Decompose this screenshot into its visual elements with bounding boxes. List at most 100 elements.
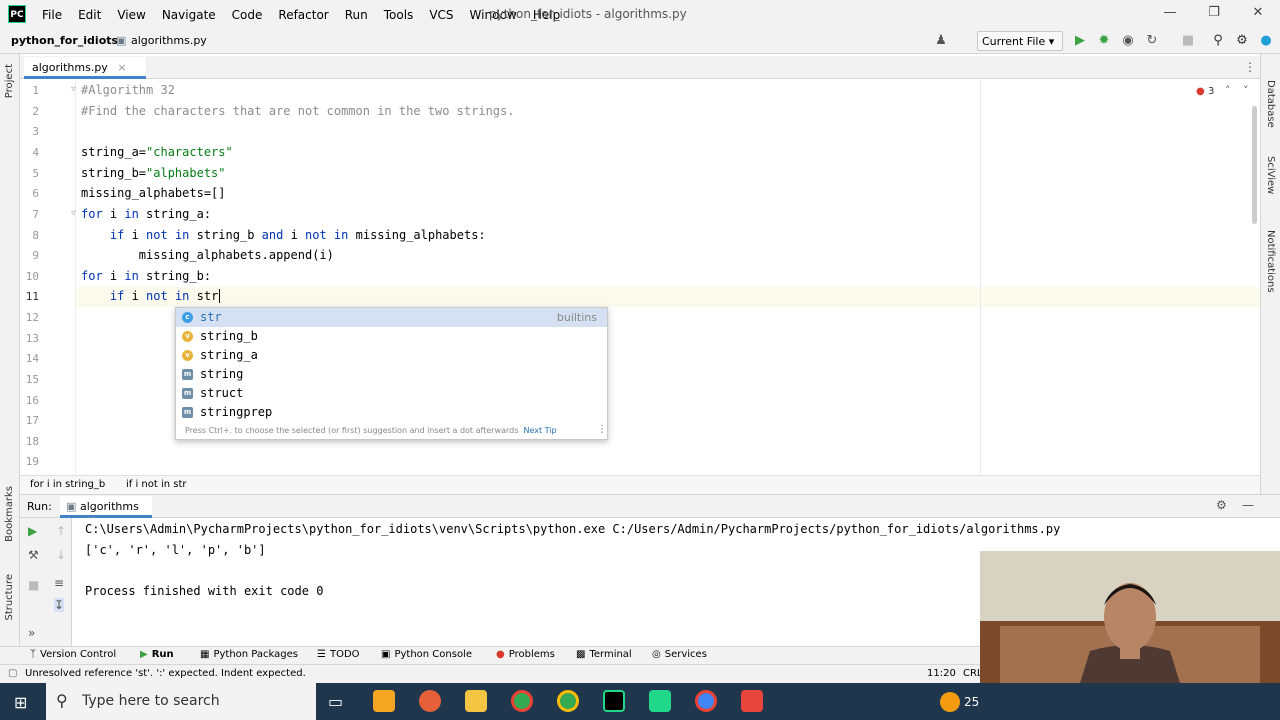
right-tool-strip: Database SciView Notifications bbox=[1260, 54, 1280, 494]
file-explorer-icon[interactable] bbox=[465, 690, 487, 712]
tool-python-packages[interactable]: ▦ Python Packages bbox=[200, 649, 298, 660]
jetbrains-icon[interactable]: ● bbox=[1257, 33, 1275, 48]
code-line[interactable]: for i in string_b: bbox=[81, 269, 211, 283]
expand-icon[interactable]: » bbox=[28, 626, 35, 640]
windows-start-icon[interactable]: ⊞ bbox=[14, 693, 27, 712]
app-icon-green[interactable] bbox=[649, 690, 671, 712]
firefox-icon[interactable] bbox=[419, 690, 441, 712]
completion-item[interactable]: m string bbox=[176, 365, 607, 384]
error-icon[interactable]: ● bbox=[1196, 86, 1205, 97]
completion-item[interactable]: m stringprep bbox=[176, 403, 607, 422]
code-line-current[interactable]: if i not in str bbox=[81, 289, 221, 303]
coverage-icon[interactable]: ◉ bbox=[1119, 33, 1137, 48]
app-icon-photos[interactable] bbox=[373, 690, 395, 712]
user-icon[interactable]: ♟ bbox=[932, 33, 950, 48]
fold-icon[interactable]: ▿ bbox=[71, 84, 76, 95]
code-line[interactable]: #Find the characters that are not common… bbox=[81, 104, 514, 118]
project-tool-button[interactable]: Project bbox=[4, 64, 15, 98]
soft-wrap-icon[interactable]: ≡ bbox=[54, 576, 64, 590]
cursor-position[interactable]: 11:20 bbox=[927, 668, 956, 679]
next-tip-link[interactable]: Next Tip bbox=[523, 426, 556, 435]
bookmarks-tool-button[interactable]: Bookmarks bbox=[4, 486, 15, 542]
tab-close-icon[interactable]: × bbox=[117, 61, 126, 74]
code-line[interactable]: string_b="alphabets" bbox=[81, 166, 226, 180]
console-icon: ▣ bbox=[381, 649, 391, 660]
code-line[interactable]: for i in string_a: bbox=[81, 207, 211, 221]
run-icon[interactable]: ▶ bbox=[1071, 33, 1089, 48]
tray-text: 25 bbox=[964, 695, 980, 709]
menu-vcs[interactable]: VCS bbox=[421, 8, 461, 22]
tool-label: Terminal bbox=[589, 649, 632, 660]
structure-tool-button[interactable]: Structure bbox=[4, 574, 15, 621]
next-highlight-icon[interactable]: ˅ bbox=[1243, 84, 1249, 97]
line-number: 10 bbox=[25, 270, 39, 283]
tool-todo[interactable]: ☰ TODO bbox=[317, 649, 360, 660]
completion-item[interactable]: c str builtins bbox=[176, 308, 607, 327]
completion-source: builtins bbox=[556, 311, 597, 324]
breadcrumb-item[interactable]: for i in string_b bbox=[30, 479, 105, 490]
stop-icon[interactable]: ■ bbox=[28, 578, 39, 592]
breadcrumb-project[interactable]: python_for_idiots bbox=[11, 34, 118, 47]
code-line[interactable]: if i not in string_b and i not in missin… bbox=[81, 228, 486, 242]
code-line[interactable]: missing_alphabets.append(i) bbox=[81, 248, 334, 262]
stop-icon[interactable]: ■ bbox=[1179, 33, 1197, 48]
completion-item[interactable]: v string_b bbox=[176, 327, 607, 346]
breadcrumb-file[interactable]: algorithms.py bbox=[131, 34, 207, 47]
notifications-tool-button[interactable]: Notifications bbox=[1265, 230, 1276, 293]
tool-version-control[interactable]: ᛉ Version Control bbox=[30, 649, 116, 660]
more-icon[interactable]: ⋮ bbox=[597, 424, 607, 435]
menu-code[interactable]: Code bbox=[224, 8, 271, 22]
minimize-icon[interactable]: — bbox=[1161, 5, 1179, 20]
code-line[interactable]: #Algorithm 32 bbox=[81, 83, 175, 97]
database-tool-button[interactable]: Database bbox=[1265, 80, 1276, 128]
search-icon[interactable]: ⚲ bbox=[1209, 33, 1227, 48]
pycharm-icon[interactable] bbox=[603, 690, 625, 712]
menu-refactor[interactable]: Refactor bbox=[270, 8, 336, 22]
run-tab-algorithms[interactable]: ▣ algorithms × bbox=[60, 496, 152, 526]
menu-tools[interactable]: Tools bbox=[376, 8, 422, 22]
gear-icon[interactable]: ⚙ bbox=[1233, 33, 1251, 48]
profile-icon[interactable]: ↻ bbox=[1143, 33, 1161, 48]
breadcrumb-item[interactable]: if i not in str bbox=[126, 479, 187, 490]
menu-view[interactable]: View bbox=[109, 8, 153, 22]
tool-problems[interactable]: ● Problems bbox=[496, 649, 555, 660]
task-view-icon[interactable]: ▭ bbox=[328, 692, 343, 711]
sciview-tool-button[interactable]: SciView bbox=[1265, 156, 1276, 194]
app-icon-red[interactable] bbox=[741, 690, 763, 712]
maximize-icon[interactable]: ❐ bbox=[1205, 5, 1223, 20]
fold-icon[interactable]: ▿ bbox=[71, 208, 76, 219]
gear-icon[interactable]: ⚙ bbox=[1216, 498, 1227, 512]
tool-python-console[interactable]: ▣ Python Console bbox=[381, 649, 472, 660]
prev-highlight-icon[interactable]: ˄ bbox=[1225, 84, 1231, 97]
run-configuration-select[interactable]: Current File ▾ bbox=[977, 31, 1063, 51]
chrome-icon[interactable] bbox=[695, 690, 717, 712]
menu-run[interactable]: Run bbox=[337, 8, 376, 22]
weather-icon[interactable] bbox=[940, 692, 960, 712]
tool-services[interactable]: ◎ Services bbox=[652, 649, 707, 660]
menu-edit[interactable]: Edit bbox=[70, 8, 109, 22]
scroll-up-icon[interactable]: ↑ bbox=[56, 524, 66, 538]
menu-file[interactable]: File bbox=[34, 8, 70, 22]
status-message[interactable]: Unresolved reference 'st'. ':' expected.… bbox=[25, 668, 306, 679]
scroll-down-icon[interactable]: ↓ bbox=[56, 548, 66, 562]
code-line[interactable]: missing_alphabets=[] bbox=[81, 186, 226, 200]
editor-scrollbar[interactable] bbox=[1252, 106, 1257, 224]
close-icon[interactable]: ✕ bbox=[1249, 5, 1267, 20]
scroll-to-end-icon[interactable]: ↧ bbox=[54, 598, 65, 612]
chrome-icon[interactable] bbox=[511, 690, 533, 712]
error-count[interactable]: 3 bbox=[1208, 86, 1214, 97]
debug-icon[interactable]: ✹ bbox=[1095, 33, 1113, 48]
chrome-icon[interactable] bbox=[557, 690, 579, 712]
more-options-icon[interactable]: ⋮ bbox=[1244, 60, 1256, 74]
code-line[interactable]: string_a="characters" bbox=[81, 145, 233, 159]
completion-item[interactable]: v string_a bbox=[176, 346, 607, 365]
taskbar-search-box[interactable]: ⚲ Type here to search bbox=[46, 683, 316, 720]
rerun-icon[interactable]: ▶ bbox=[28, 524, 37, 538]
menu-navigate[interactable]: Navigate bbox=[154, 8, 224, 22]
tab-algorithms-py[interactable]: algorithms.py × bbox=[24, 57, 146, 79]
hide-panel-icon[interactable]: — bbox=[1242, 498, 1254, 512]
wrench-icon[interactable]: ⚒ bbox=[28, 548, 39, 562]
tool-terminal[interactable]: ▩ Terminal bbox=[576, 649, 632, 660]
completion-item[interactable]: m struct bbox=[176, 384, 607, 403]
tool-run[interactable]: ▶ Run bbox=[140, 649, 174, 660]
